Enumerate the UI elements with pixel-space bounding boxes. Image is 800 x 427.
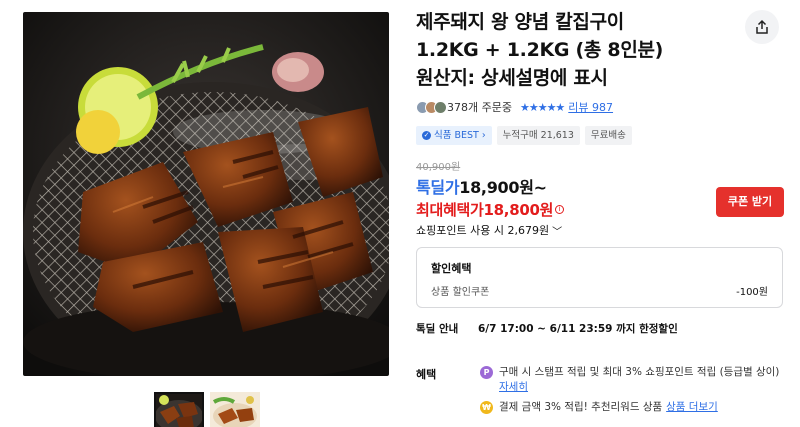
best-icon: ✓ [422, 131, 431, 140]
cumulative-purchase-badge: 누적구매 21,613 [496, 126, 580, 145]
details-link[interactable]: 자세히 [499, 381, 528, 393]
chevron-right-icon: › [481, 130, 486, 141]
chevron-down-icon: ﹀ [552, 226, 563, 238]
benefit-reward-desc: 결제 금액 3% 적립! 추천리워드 상품 [499, 401, 663, 413]
discount-item-amount: -100원 [736, 287, 768, 298]
max-benefit-row: 최대혜택가 18,800원 i [416, 199, 565, 220]
points-label: 쇼핑포인트 사용 시 2,679원 [416, 224, 550, 237]
discount-box: 할인혜택 상품 할인쿠폰 -100원 [416, 247, 783, 308]
discount-item-label: 상품 할인쿠폰 [431, 287, 490, 298]
thumbnail-2[interactable] [210, 392, 260, 427]
product-title: 제주돼지 왕 양념 칼집구이 1.2KG + 1.2KG (총 8인분) 원산지… [416, 8, 716, 92]
deal-price: 18,900원~ [459, 178, 547, 197]
max-benefit-price: 18,800원 [483, 201, 554, 219]
special-deal-label: 톡딜 안내 [416, 323, 459, 335]
rating-stars: ★★★★★ [519, 100, 565, 114]
coupon-button[interactable]: 쿠폰 받기 [716, 187, 784, 217]
thumbnail-strip [154, 392, 260, 427]
product-title-line-2: 1.2KG + 1.2KG (총 8인분) [416, 39, 664, 61]
max-benefit-label: 최대혜택가 [416, 201, 484, 219]
benefits-label: 혜택 [416, 368, 437, 381]
food-best-label: 식품 BEST [434, 130, 479, 141]
points-dropdown[interactable]: 쇼핑포인트 사용 시 2,679원 ﹀ [416, 222, 562, 238]
point-icon: P [480, 366, 493, 379]
deal-label: 톡딜가 [416, 178, 460, 197]
special-deal-period: 6/7 17:00 ~ 6/11 23:59 까지 한정할인 [478, 323, 678, 335]
review-link[interactable]: 리뷰 987 [568, 99, 613, 115]
more-products-link[interactable]: 상품 더보기 [666, 400, 718, 415]
thumbnail-1[interactable] [154, 392, 204, 427]
review-row: 378개 주문중 ★★★★★ 리뷰 987 [416, 99, 613, 115]
share-button[interactable] [745, 10, 779, 44]
food-best-badge[interactable]: ✓ 식품 BEST › [416, 126, 492, 145]
special-deal-row: 톡딜 안내 6/7 17:00 ~ 6/11 23:59 까지 한정할인 [416, 321, 678, 336]
product-title-line-3: 원산지: 상세설명에 표시 [416, 67, 608, 89]
deal-price-row: 톡딜가 18,900원~ [416, 174, 547, 198]
original-price: 40,900원 [416, 162, 461, 173]
share-icon [756, 19, 768, 34]
free-shipping-badge: 무료배송 [584, 126, 632, 145]
order-count: 378개 주문중 [447, 101, 512, 114]
benefit-stamp-desc: 구매 시 스탬프 적립 및 최대 3% 쇼핑포인트 적립 (등급별 상이) [499, 366, 780, 378]
buyer-avatars [416, 100, 447, 114]
benefit-reward: ₩ 결제 금액 3% 적립! 추천리워드 상품 상품 더보기 [480, 400, 790, 415]
badge-row: ✓ 식품 BEST › 누적구매 21,613 무료배송 [416, 126, 632, 145]
product-title-line-1: 제주돼지 왕 양념 칼집구이 [416, 11, 624, 33]
benefit-stamp-text: 구매 시 스탬프 적립 및 최대 3% 쇼핑포인트 적립 (등급별 상이) 자세… [499, 365, 780, 395]
coin-icon: ₩ [480, 401, 493, 414]
discount-title: 할인혜택 [431, 262, 472, 275]
info-icon[interactable]: i [555, 205, 565, 214]
avatar [434, 100, 447, 114]
product-main-image[interactable] [23, 12, 389, 376]
benefit-stamp: P 구매 시 스탬프 적립 및 최대 3% 쇼핑포인트 적립 (등급별 상이) … [480, 365, 780, 395]
